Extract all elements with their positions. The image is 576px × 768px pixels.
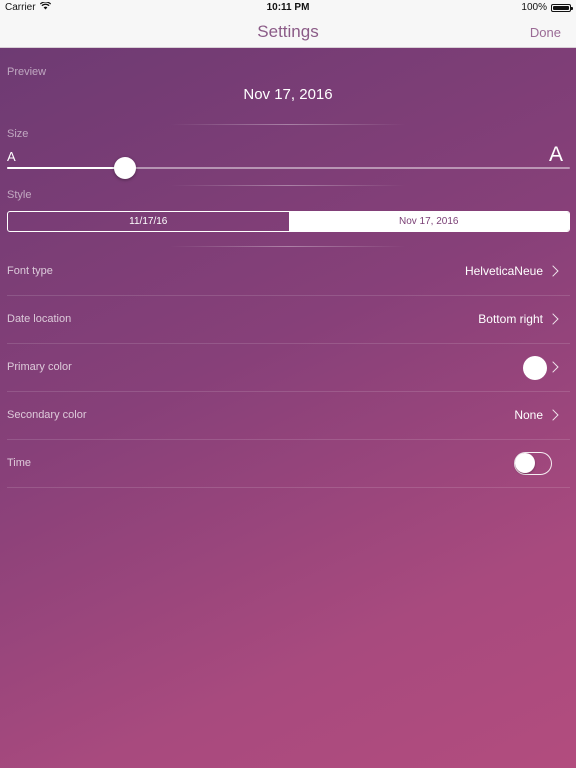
size-slider-fill [7, 167, 126, 169]
navigation-bar: Settings Done [0, 16, 576, 48]
font-type-row[interactable]: Font type HelveticaNeue [7, 248, 570, 296]
time-toggle[interactable] [514, 452, 552, 475]
preview-section-label: Preview [7, 66, 47, 78]
date-location-value: Bottom right [478, 312, 543, 326]
size-section-label: Size [7, 128, 29, 140]
size-small-label: A [7, 149, 16, 164]
secondary-color-row[interactable]: Secondary color None [7, 392, 570, 440]
battery-icon [551, 3, 573, 12]
primary-color-swatch [523, 356, 547, 380]
chevron-right-icon [547, 409, 559, 421]
date-location-label: Date location [7, 313, 72, 325]
status-right: 100% [521, 2, 573, 13]
toggle-knob [515, 453, 535, 473]
style-option-long[interactable]: Nov 17, 2016 [288, 212, 569, 231]
size-slider[interactable] [7, 157, 570, 179]
primary-color-label: Primary color [7, 361, 72, 373]
primary-color-row[interactable]: Primary color [7, 344, 570, 392]
date-location-row[interactable]: Date location Bottom right [7, 296, 570, 344]
section-divider [170, 185, 406, 186]
status-time: 10:11 PM [266, 2, 310, 13]
time-label: Time [7, 457, 32, 469]
font-type-label: Font type [7, 265, 53, 277]
time-row: Time [7, 440, 570, 488]
settings-screen: Carrier 10:11 PM 100% Settings Done Prev… [0, 0, 576, 768]
font-type-value: HelveticaNeue [464, 264, 543, 278]
chevron-right-icon [547, 361, 559, 373]
battery-percent: 100% [521, 2, 547, 13]
status-bar: Carrier 10:11 PM 100% [0, 0, 576, 16]
style-segmented-control[interactable]: 11/17/16 Nov 17, 2016 [7, 211, 570, 232]
secondary-color-value: None [514, 408, 543, 422]
row-divider [7, 487, 570, 488]
secondary-color-label: Secondary color [7, 409, 87, 421]
size-slider-thumb[interactable] [114, 157, 137, 179]
style-option-short[interactable]: 11/17/16 [8, 212, 289, 231]
done-button[interactable]: Done [530, 25, 561, 40]
page-title: Settings [257, 22, 319, 41]
chevron-right-icon [547, 313, 559, 325]
size-large-label: A [548, 143, 563, 166]
section-divider [170, 124, 406, 125]
style-section-label: Style [7, 189, 32, 201]
chevron-right-icon [547, 265, 559, 277]
preview-date: Nov 17, 2016 [243, 86, 333, 103]
section-divider [170, 246, 406, 247]
